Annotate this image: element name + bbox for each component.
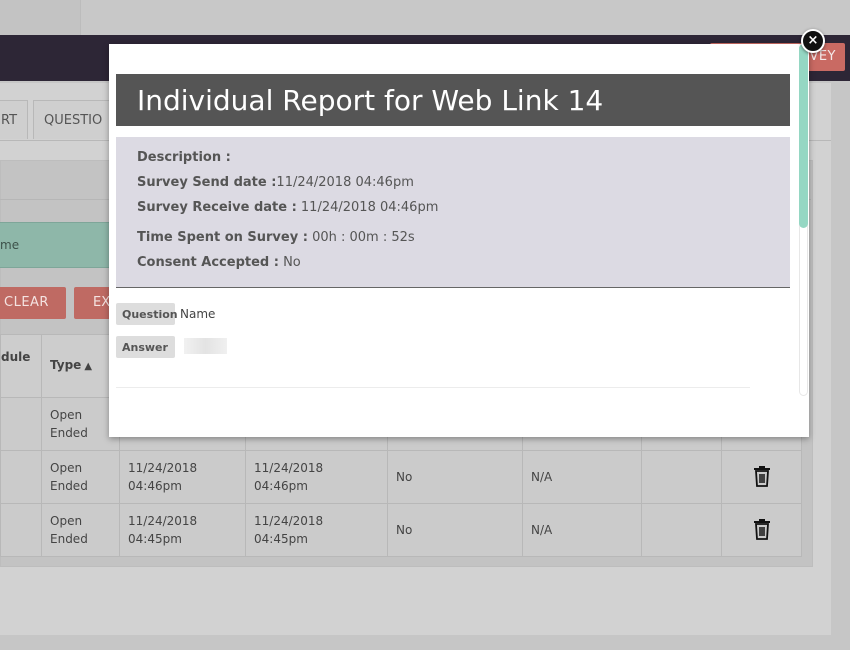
consent-label: Consent Accepted : xyxy=(137,255,279,270)
row-receive-date: 11/24/2018 04:45pm xyxy=(254,514,324,546)
row-blank-cell xyxy=(0,397,42,451)
modal-scrollbar[interactable] xyxy=(797,44,809,396)
description-row: Description : xyxy=(137,150,231,165)
row-extra-cell xyxy=(641,450,722,504)
consent-row: Consent Accepted : No xyxy=(137,255,301,270)
row-consent-cell: No xyxy=(387,450,523,504)
type-header[interactable]: Type ▲ xyxy=(41,334,120,398)
time-spent-label: Time Spent on Survey : xyxy=(137,230,308,245)
modal-title: Individual Report for Web Link 14 xyxy=(137,84,604,117)
export-button[interactable]: EX xyxy=(74,287,114,319)
answer-value-redacted xyxy=(184,338,227,354)
receive-date-label: Survey Receive date : xyxy=(137,200,297,215)
question-text: Name xyxy=(180,307,216,321)
consent-value: No xyxy=(278,255,301,270)
top-strip-block xyxy=(80,0,850,35)
receive-date-value: 11/24/2018 04:46pm xyxy=(296,200,439,215)
row-type-cell: Open Ended xyxy=(41,503,120,557)
top-strip xyxy=(0,0,850,35)
table-row: Open Ended 11/24/2018 04:45pm 11/24/2018… xyxy=(0,503,802,557)
row-receive-date: 11/24/2018 04:46pm xyxy=(254,461,324,493)
row-type: Open Ended xyxy=(50,408,88,440)
report-info-box: Description : Survey Send date :11/24/20… xyxy=(116,137,790,288)
row-time: N/A xyxy=(531,523,553,537)
row-receive-cell: 11/24/2018 04:45pm xyxy=(245,503,388,557)
scrollbar-thumb[interactable] xyxy=(799,44,808,228)
row-consent-cell: No xyxy=(387,503,523,557)
tab-report[interactable]: RT xyxy=(0,100,28,139)
modal-title-bar: Individual Report for Web Link 14 xyxy=(116,74,790,126)
trash-icon[interactable] xyxy=(752,518,772,540)
tab-report-label: RT xyxy=(1,113,18,128)
close-icon[interactable]: × xyxy=(801,29,825,53)
row-send-date: 11/24/2018 04:45pm xyxy=(128,514,198,546)
tab-questions[interactable]: QUESTIO xyxy=(33,100,115,139)
row-consent: No xyxy=(396,523,413,537)
row-time-cell: N/A xyxy=(522,450,642,504)
sort-icon[interactable]: ▲ xyxy=(84,358,92,376)
trash-icon[interactable] xyxy=(752,465,772,487)
row-type-cell: Open Ended xyxy=(41,450,120,504)
row-action-cell xyxy=(721,450,802,504)
type-header-label: Type xyxy=(50,358,82,372)
table-row: Open Ended 11/24/2018 04:46pm 11/24/2018… xyxy=(0,450,802,504)
send-date-value: 11/24/2018 04:46pm xyxy=(276,175,414,190)
row-time-cell: N/A xyxy=(522,503,642,557)
description-label: Description : xyxy=(137,150,231,165)
tab-questions-label: QUESTIO xyxy=(44,113,103,128)
receive-date-row: Survey Receive date : 11/24/2018 04:46pm xyxy=(137,200,438,215)
row-consent: No xyxy=(396,470,413,484)
schedule-header-label: dule xyxy=(1,350,31,364)
row-blank-cell xyxy=(0,450,42,504)
row-receive-cell: 11/24/2018 04:46pm xyxy=(245,450,388,504)
row-send-cell: 11/24/2018 04:46pm xyxy=(119,450,246,504)
row-action-cell xyxy=(721,503,802,557)
row-type: Open Ended xyxy=(50,461,88,493)
row-blank-cell xyxy=(0,503,42,557)
clear-label: CLEAR xyxy=(4,295,49,310)
row-send-cell: 11/24/2018 04:45pm xyxy=(119,503,246,557)
modal-divider xyxy=(116,387,750,388)
row-time: N/A xyxy=(531,470,553,484)
time-spent-value: 00h : 00m : 52s xyxy=(307,230,415,245)
send-date-label: Survey Send date : xyxy=(137,175,277,190)
export-label: EX xyxy=(93,295,111,310)
send-date-row: Survey Send date :11/24/2018 04:46pm xyxy=(137,175,414,190)
row-extra-cell xyxy=(641,503,722,557)
row-send-date: 11/24/2018 04:46pm xyxy=(128,461,198,493)
question-badge: Question xyxy=(116,303,178,325)
answer-badge: Answer xyxy=(116,336,175,358)
row-type-cell: Open Ended xyxy=(41,397,120,451)
answer-badge-label: Answer xyxy=(122,341,168,354)
clear-button[interactable]: CLEAR xyxy=(0,287,66,319)
question-badge-label: Question xyxy=(122,308,178,321)
time-spent-row: Time Spent on Survey : 00h : 00m : 52s xyxy=(137,230,415,245)
name-filter-text: me xyxy=(0,238,20,252)
individual-report-modal: Individual Report for Web Link 14 Descri… xyxy=(109,44,809,437)
schedule-header[interactable]: dule xyxy=(0,334,42,398)
row-type: Open Ended xyxy=(50,514,88,546)
